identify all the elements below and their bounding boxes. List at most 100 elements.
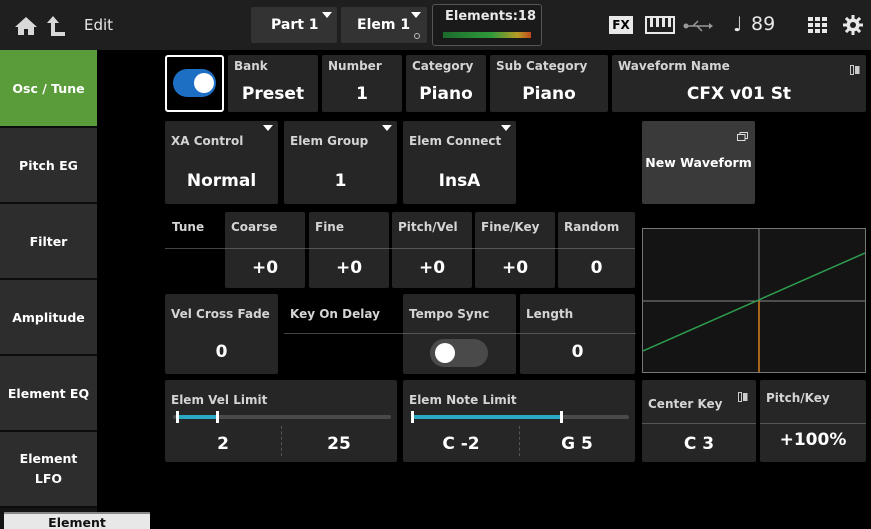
element-indicator-icon: [414, 33, 420, 39]
vel-cross-fade-cell[interactable]: Vel Cross Fade 0: [165, 294, 278, 374]
elem-connect-value: InsA: [438, 171, 481, 191]
note-high-knob[interactable]: [560, 411, 563, 423]
category-label: Category: [412, 59, 474, 73]
length-label: Length: [526, 307, 574, 321]
sidebar-item-amplitude[interactable]: Amplitude: [0, 280, 97, 356]
key-on-delay-label: Key On Delay: [290, 307, 380, 321]
pitch-key-graph: [642, 228, 866, 373]
elem-connect-dropdown-icon: [501, 125, 511, 131]
new-waveform-button[interactable]: New Waveform: [642, 121, 755, 204]
sidebar-item-pitch-eg[interactable]: Pitch EG: [0, 128, 97, 204]
elem-note-limit-label: Elem Note Limit: [409, 393, 517, 407]
tempo-sync-label: Tempo Sync: [409, 307, 490, 321]
center-key-label: Center Key: [648, 397, 723, 411]
popup-window-icon: [737, 126, 748, 141]
note-range-fill: [411, 415, 560, 419]
edit-label: Edit: [84, 16, 114, 34]
up-arrow-icon[interactable]: [46, 15, 66, 37]
elements-indicator[interactable]: Elements:18: [432, 4, 542, 46]
sidebar-item-label: Element EQ: [7, 385, 90, 401]
element-dropdown-icon: [411, 12, 421, 18]
sidebar-item-osc-tune[interactable]: Osc / Tune: [0, 50, 97, 128]
xa-control-dropdown-icon: [263, 125, 273, 131]
random-value: 0: [590, 258, 603, 278]
pitch-key-cell[interactable]: Pitch/Key +100%: [760, 380, 866, 462]
number-value: 1: [356, 84, 368, 104]
vel-low-knob[interactable]: [176, 411, 179, 423]
tempo-note-icon: ♩: [733, 12, 743, 36]
elem-note-limit-cell[interactable]: Elem Note Limit C -2 G 5: [403, 380, 635, 462]
xa-control-label: XA Control: [171, 134, 244, 148]
number-cell[interactable]: Number 1: [322, 55, 402, 112]
sub-category-value: Piano: [522, 84, 576, 104]
sub-category-cell[interactable]: Sub Category Piano: [490, 55, 608, 112]
tempo-sync-toggle[interactable]: [430, 339, 488, 367]
sidebar-item-label: Pitch EG: [19, 157, 78, 173]
tempo-sync-cell[interactable]: Tempo Sync: [403, 294, 516, 374]
usb-icon: [683, 18, 713, 32]
coarse-cell[interactable]: Coarse +0: [225, 212, 305, 288]
note-low-knob[interactable]: [411, 411, 414, 423]
part-dropdown-icon: [322, 12, 332, 18]
sidebar-item-label: Amplitude: [12, 309, 85, 325]
library-icon: [850, 60, 860, 75]
library-icon: [738, 387, 748, 402]
bottom-tab-label: Element: [48, 515, 106, 529]
bank-cell[interactable]: Bank Preset: [228, 55, 318, 112]
xa-control-cell[interactable]: XA Control Normal: [165, 121, 278, 204]
bottom-tab-element[interactable]: Element: [4, 512, 150, 529]
elem-vel-limit-cell[interactable]: Elem Vel Limit 2 25: [165, 380, 397, 462]
elem-connect-cell[interactable]: Elem Connect InsA: [403, 121, 516, 204]
category-value: Piano: [419, 84, 473, 104]
sidebar-item-element-lfo[interactable]: Element LFO: [0, 432, 97, 508]
sidebar-item-label: Filter: [29, 233, 68, 249]
elem-connect-label: Elem Connect: [409, 134, 502, 148]
elem-note-limit-slider[interactable]: [411, 411, 629, 423]
vel-high-knob[interactable]: [216, 411, 219, 423]
element-tab[interactable]: Elem 1: [341, 7, 427, 43]
pitch-key-value: +100%: [779, 430, 847, 450]
part-tab[interactable]: Part 1: [251, 7, 337, 43]
new-waveform-label: New Waveform: [645, 155, 752, 170]
note-high-value: G 5: [561, 434, 593, 454]
waveform-name-label: Waveform Name: [618, 59, 730, 73]
center-key-cell[interactable]: Center Key C 3: [642, 380, 756, 462]
fx-icon[interactable]: FX: [609, 16, 633, 34]
tune-label: Tune: [172, 220, 205, 234]
random-cell[interactable]: Random 0: [558, 212, 635, 288]
elements-level-bar: [443, 32, 531, 38]
keyboard-icon: [645, 16, 675, 34]
fine-cell[interactable]: Fine +0: [309, 212, 389, 288]
home-icon[interactable]: [14, 16, 38, 36]
bank-label: Bank: [234, 59, 268, 73]
tempo-value[interactable]: 89: [751, 13, 775, 35]
settings-gear-icon[interactable]: [843, 15, 863, 35]
length-cell[interactable]: Length 0: [520, 294, 635, 374]
number-label: Number: [328, 59, 382, 73]
element-tab-label: Elem 1: [357, 17, 411, 33]
elem-group-cell[interactable]: Elem Group 1: [284, 121, 397, 204]
fine-key-cell[interactable]: Fine/Key +0: [475, 212, 555, 288]
center-key-value: C 3: [683, 434, 715, 454]
element-switch-toggle[interactable]: [165, 55, 224, 112]
vel-cross-fade-label: Vel Cross Fade: [171, 307, 270, 321]
waveform-name-value: CFX v01 St: [686, 84, 792, 104]
sidebar-item-filter[interactable]: Filter: [0, 204, 97, 280]
sidebar-item-element-eq[interactable]: Element EQ: [0, 356, 97, 432]
vel-range-fill: [176, 415, 216, 419]
bank-value: Preset: [241, 84, 305, 104]
random-label: Random: [564, 220, 620, 234]
vel-cross-fade-value: 0: [215, 342, 228, 362]
elem-vel-limit-slider[interactable]: [173, 411, 391, 423]
sidebar-item-label: Element LFO: [19, 451, 78, 486]
grid-menu-icon[interactable]: [808, 17, 828, 33]
fine-key-value: +0: [501, 258, 529, 278]
waveform-name-cell[interactable]: Waveform Name CFX v01 St: [612, 55, 866, 112]
fine-value: +0: [335, 258, 363, 278]
elem-group-label: Elem Group: [290, 134, 369, 148]
elem-group-dropdown-icon: [382, 125, 392, 131]
elem-group-value: 1: [334, 171, 347, 191]
pitch-vel-cell[interactable]: Pitch/Vel +0: [392, 212, 472, 288]
pitch-vel-value: +0: [418, 258, 446, 278]
category-cell[interactable]: Category Piano: [406, 55, 486, 112]
